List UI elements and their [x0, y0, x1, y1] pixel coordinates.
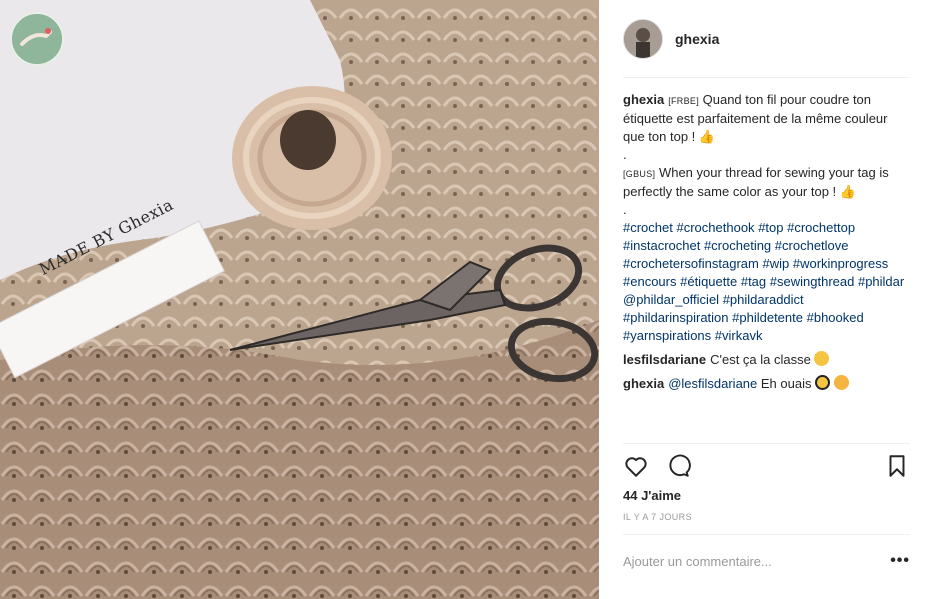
hashtag-link[interactable]: #crocheting: [704, 238, 771, 253]
add-comment-bar: Ajouter un commentaire... •••: [623, 535, 910, 587]
hashtags: #crochet #crochethook #top #crochettop #…: [623, 220, 904, 343]
hashtag-link[interactable]: #tag: [741, 274, 766, 289]
hashtag-link[interactable]: #phildaraddict: [723, 292, 804, 307]
hashtag-link[interactable]: #crochettop: [787, 220, 855, 235]
avatar[interactable]: [623, 18, 663, 59]
action-bar: [623, 444, 910, 488]
caption-author[interactable]: ghexia: [623, 92, 664, 107]
sunglasses-emoji: [815, 375, 831, 390]
comment-input[interactable]: Ajouter un commentaire...: [623, 554, 890, 569]
hashtag-link[interactable]: #workinprogress: [793, 256, 888, 271]
likes-count[interactable]: 44 J'aime: [623, 488, 910, 503]
comment-text: Eh ouais: [760, 376, 812, 391]
hashtag-link[interactable]: #phildar: [858, 274, 904, 289]
comment-item: lesfilsdariane C'est ça la classe: [623, 351, 910, 369]
comment-text: C'est ça la classe: [710, 352, 811, 367]
bookmark-icon[interactable]: [884, 453, 910, 479]
caption-dot: .: [623, 147, 627, 162]
comment-mention[interactable]: @lesfilsdariane: [668, 376, 757, 391]
post-timestamp: IL Y A 7 JOURS: [623, 512, 910, 535]
hashtag-link[interactable]: #sewingthread: [770, 274, 855, 289]
comments-list: ghexia [FRBE] Quand ton fil pour coudre t…: [623, 78, 910, 444]
brand-logo: [10, 12, 64, 66]
hashtag-link[interactable]: #bhooked: [807, 310, 864, 325]
hashtag-link[interactable]: @phildar_officiel: [623, 292, 719, 307]
more-options-button[interactable]: •••: [890, 552, 910, 570]
hashtag-link[interactable]: #crochet: [623, 220, 673, 235]
hashtag-link[interactable]: #yarnspirations: [623, 328, 711, 343]
hashtag-link[interactable]: #crochetersofinstagram: [623, 256, 759, 271]
heart-icon[interactable]: [623, 453, 649, 479]
photo-illustration: [0, 0, 599, 599]
fr-tag: [FRBE]: [668, 96, 699, 106]
en-tag: [GBUS]: [623, 169, 656, 179]
caption-dot: .: [623, 202, 627, 217]
post-header: ghexia: [623, 0, 910, 78]
hashtag-link[interactable]: #instacrochet: [623, 238, 700, 253]
hashtag-link[interactable]: #crochetlove: [775, 238, 849, 253]
hashtag-link[interactable]: #top: [758, 220, 783, 235]
post-side-panel: ghexia ghexia [FRBE] Quand ton fil pour c…: [599, 0, 934, 599]
comment-author[interactable]: ghexia: [623, 376, 664, 391]
post-photo[interactable]: MADE BY Ghexia: [0, 0, 599, 599]
hashtag-link[interactable]: #virkavk: [715, 328, 763, 343]
hashtag-link[interactable]: #wip: [762, 256, 789, 271]
hashtag-link[interactable]: #phildarinspiration: [623, 310, 729, 325]
thumbs-up-emoji: 👍: [698, 129, 716, 144]
username[interactable]: ghexia: [675, 31, 719, 47]
comment-author[interactable]: lesfilsdariane: [623, 352, 706, 367]
yum-emoji: [833, 375, 849, 390]
thumbs-up-emoji: 👍: [839, 184, 856, 199]
hashtag-link[interactable]: #encours: [623, 274, 676, 289]
hashtag-link[interactable]: #phildetente: [732, 310, 803, 325]
wink-emoji: [814, 351, 830, 366]
caption: ghexia [FRBE] Quand ton fil pour coudre t…: [623, 91, 910, 345]
post-modal: MADE BY Ghexia ghexia ghexia [FRBE] Quand…: [0, 0, 934, 599]
comment-icon[interactable]: [665, 453, 691, 479]
comment-item: ghexia @lesfilsdariane Eh ouais: [623, 375, 910, 393]
hashtag-link[interactable]: #crochethook: [677, 220, 755, 235]
hashtag-link[interactable]: #étiquette: [680, 274, 737, 289]
